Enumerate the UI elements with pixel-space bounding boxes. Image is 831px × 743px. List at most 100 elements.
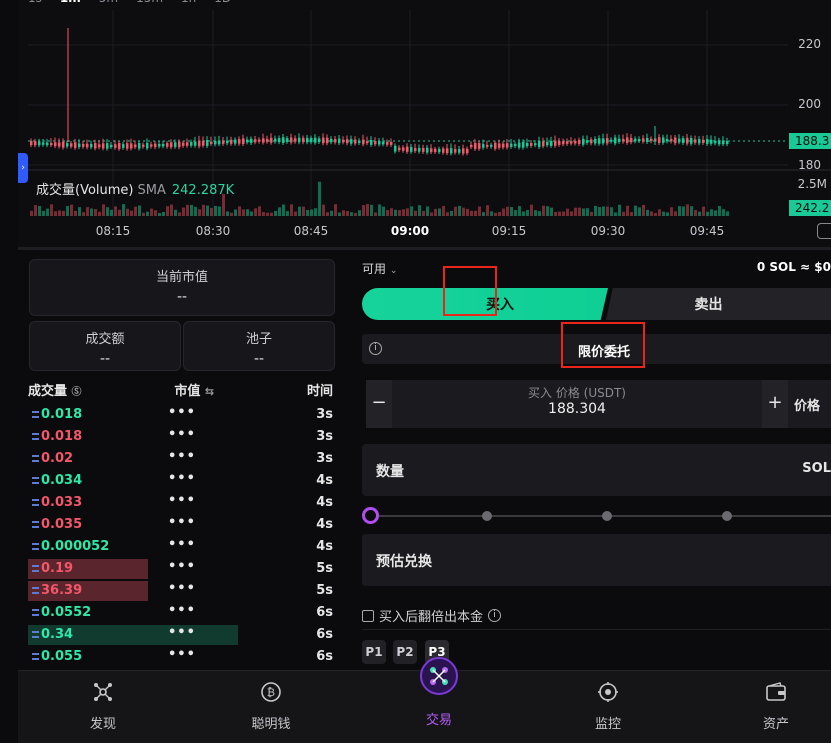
volume-bar — [334, 204, 337, 216]
expand-handle[interactable]: › — [18, 153, 28, 183]
pool-value: -- — [253, 351, 265, 367]
price-input-value[interactable]: 188.304 — [366, 401, 788, 417]
volume-bar — [106, 207, 109, 216]
candle-body — [190, 141, 193, 146]
volume-bar — [174, 209, 177, 216]
volume-bar — [158, 212, 161, 216]
candle-body — [410, 147, 413, 152]
volume-bar — [418, 205, 421, 216]
volume-bar — [626, 205, 629, 216]
candle-body — [678, 138, 681, 143]
candle-body — [66, 143, 69, 147]
available-selector[interactable]: 可用 ⌄ — [362, 260, 397, 277]
time-tick: 09:00 — [390, 224, 430, 238]
candle-body — [530, 142, 533, 146]
sell-tab[interactable]: 卖出 — [606, 288, 831, 320]
time-tick: 08:45 — [293, 224, 329, 238]
chevron-down-icon: ⌄ — [389, 266, 398, 276]
candle-body — [466, 148, 469, 154]
volume-bar — [198, 209, 201, 216]
nav-discover[interactable]: 发现 — [63, 681, 143, 732]
candle-body — [350, 139, 353, 144]
nav-assets[interactable]: 资产 — [736, 681, 816, 732]
volume-bar — [442, 205, 445, 216]
bitcoin-icon: ₿ — [261, 682, 281, 702]
amount-slider-track[interactable] — [370, 515, 831, 517]
volume-bar — [674, 211, 677, 216]
candlestick-chart[interactable] — [18, 0, 831, 247]
volume-bar — [370, 204, 373, 216]
candle-body — [30, 140, 33, 146]
price-mode-label[interactable]: 价格 — [794, 395, 820, 414]
volume-bar — [186, 204, 189, 216]
price-increment-button[interactable]: + — [762, 380, 788, 428]
info-icon[interactable]: i — [369, 342, 382, 355]
price-input[interactable]: − 买入 价格 (USDT) 188.304 + 价格 — [366, 380, 831, 428]
trade-time: 6s — [316, 649, 333, 664]
candle-body — [594, 138, 597, 144]
nav-trade-label: 交易 — [425, 713, 452, 728]
double-principal-checkbox[interactable] — [362, 609, 374, 622]
volume-bar — [494, 212, 497, 216]
volume-bar — [682, 206, 685, 216]
candle-body — [682, 138, 685, 143]
nav-trade[interactable]: 交易 — [399, 709, 479, 728]
chart-settings-icon[interactable] — [817, 223, 831, 239]
trade-row: 0.033 ••• 4s — [28, 492, 338, 514]
volume-bar — [82, 212, 85, 216]
volume-bar — [126, 208, 129, 216]
slider-step-25[interactable] — [482, 511, 492, 521]
candle-body — [162, 143, 165, 147]
volume-bar — [194, 206, 197, 216]
market-value-header[interactable]: 市值 ⇆ — [174, 380, 214, 399]
volume-bar — [258, 206, 261, 216]
volume-bar — [366, 204, 369, 216]
volume-bar — [566, 208, 569, 216]
amount-slider-thumb[interactable] — [362, 507, 379, 524]
preset-p2[interactable]: P2 — [393, 640, 417, 664]
volume-bar — [110, 209, 113, 216]
bottom-navigation: 发现 ₿ 聪明钱 交易 监控 资产 — [18, 657, 831, 743]
currency-toggle-icon[interactable]: Ⓢ — [72, 387, 82, 398]
volume-bar — [638, 207, 641, 216]
nav-monitor[interactable]: 监控 — [568, 681, 648, 732]
volume-bar — [602, 206, 605, 216]
volume-indicator-label: 成交量(Volume) SMA 242.287K — [36, 179, 234, 198]
preset-p1[interactable]: P1 — [362, 640, 386, 664]
candle-body — [450, 148, 453, 154]
trade-market-value: ••• — [168, 427, 196, 442]
estimate-field: 预估兑换 — [362, 534, 831, 586]
volume-bar — [414, 210, 417, 216]
slider-step-75[interactable] — [722, 511, 732, 521]
volume-header[interactable]: 成交量 Ⓢ — [28, 380, 82, 399]
volume-bar — [78, 207, 81, 216]
candle-body — [34, 141, 37, 146]
nav-smart-money[interactable]: ₿ 聪明钱 — [231, 681, 311, 732]
market-panel: 当前市值 -- 成交额 -- 池子 -- 成交量 Ⓢ 市值 ⇆ 时间 0.018… — [18, 250, 348, 670]
volume-bar — [218, 206, 221, 216]
volume-bar — [702, 206, 705, 216]
candle-body — [722, 140, 725, 145]
volume-bar — [410, 206, 413, 216]
wallet-tag-icon — [32, 521, 39, 528]
candle-body — [666, 139, 669, 142]
double-principal-option[interactable]: 买入后翻倍出本金 i — [362, 606, 502, 625]
volume-bar — [622, 211, 625, 216]
candle-body — [454, 149, 457, 153]
quantity-input[interactable]: 数量 SOL — [362, 444, 831, 496]
price-chart[interactable]: 1s1m5m15m1h1D › 成交量(Volume)SMA242.287K 2… — [18, 0, 831, 247]
volume-bar — [298, 206, 301, 216]
swap-icon[interactable]: ⇆ — [205, 385, 214, 398]
candle-body — [398, 147, 401, 151]
info-icon[interactable]: i — [488, 609, 502, 622]
volume-bar — [706, 211, 709, 216]
trade-icon[interactable] — [420, 657, 458, 695]
volume-bar — [238, 206, 241, 216]
volume-bar — [554, 211, 557, 216]
slider-step-50[interactable] — [602, 511, 612, 521]
highlight-box-limit-order — [561, 322, 645, 368]
trade-market-value: ••• — [168, 559, 196, 574]
volume-bar — [246, 209, 249, 216]
candle-body — [370, 139, 373, 145]
trade-market-value: ••• — [168, 493, 196, 508]
